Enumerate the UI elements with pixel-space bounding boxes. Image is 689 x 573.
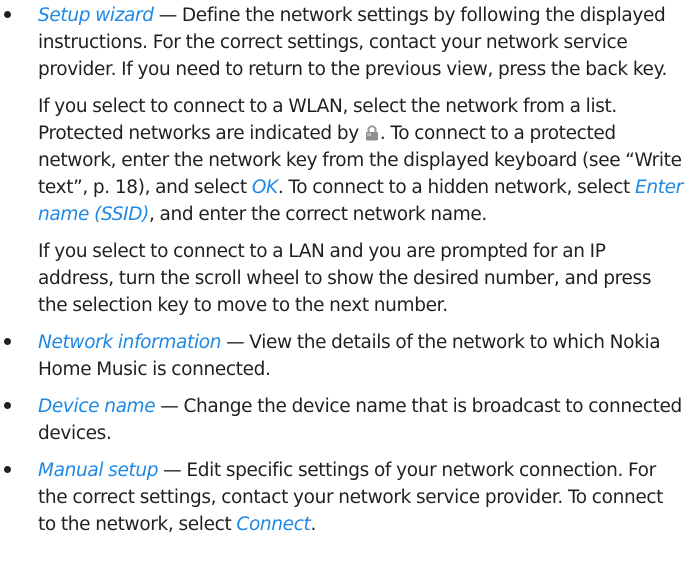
document-page: Setup wizard — Define the network settin… [0, 2, 689, 573]
setup-wizard-term: Setup wizard [38, 5, 154, 26]
setup-wizard-paragraph: Setup wizard — Define the network settin… [38, 2, 683, 83]
manual-setup-end: . [310, 514, 316, 535]
bullet [4, 393, 24, 420]
manual-setup-paragraph: Manual setup — Edit specific settings of… [38, 457, 683, 538]
list-item-setup-wizard: Setup wizard — Define the network settin… [0, 2, 689, 83]
bullet [4, 329, 24, 356]
wlan-text-4: , and enter the correct network name. [148, 204, 487, 225]
connect-term: Connect [236, 514, 311, 535]
ok-term: OK [251, 177, 278, 198]
list-item-manual-setup: Manual setup — Edit specific settings of… [0, 457, 689, 538]
network-information-term: Network information [38, 332, 222, 353]
bullet [4, 2, 24, 29]
device-name-paragraph: Device name — Change the device name tha… [38, 393, 683, 447]
bullet [4, 457, 24, 484]
manual-setup-term: Manual setup [38, 460, 159, 481]
list-item-network-information: Network information — View the details o… [0, 329, 689, 383]
lan-text: If you select to connect to a LAN and yo… [38, 241, 652, 316]
list-item-device-name: Device name — Change the device name tha… [0, 393, 689, 447]
wlan-text-3: . To connect to a hidden network, select [277, 177, 635, 198]
lock-icon [365, 122, 379, 141]
network-information-paragraph: Network information — View the details o… [38, 329, 683, 383]
lan-paragraph: If you select to connect to a LAN and yo… [0, 238, 689, 319]
device-name-term: Device name [38, 396, 156, 417]
wlan-paragraph: If you select to connect to a WLAN, sele… [0, 93, 689, 228]
